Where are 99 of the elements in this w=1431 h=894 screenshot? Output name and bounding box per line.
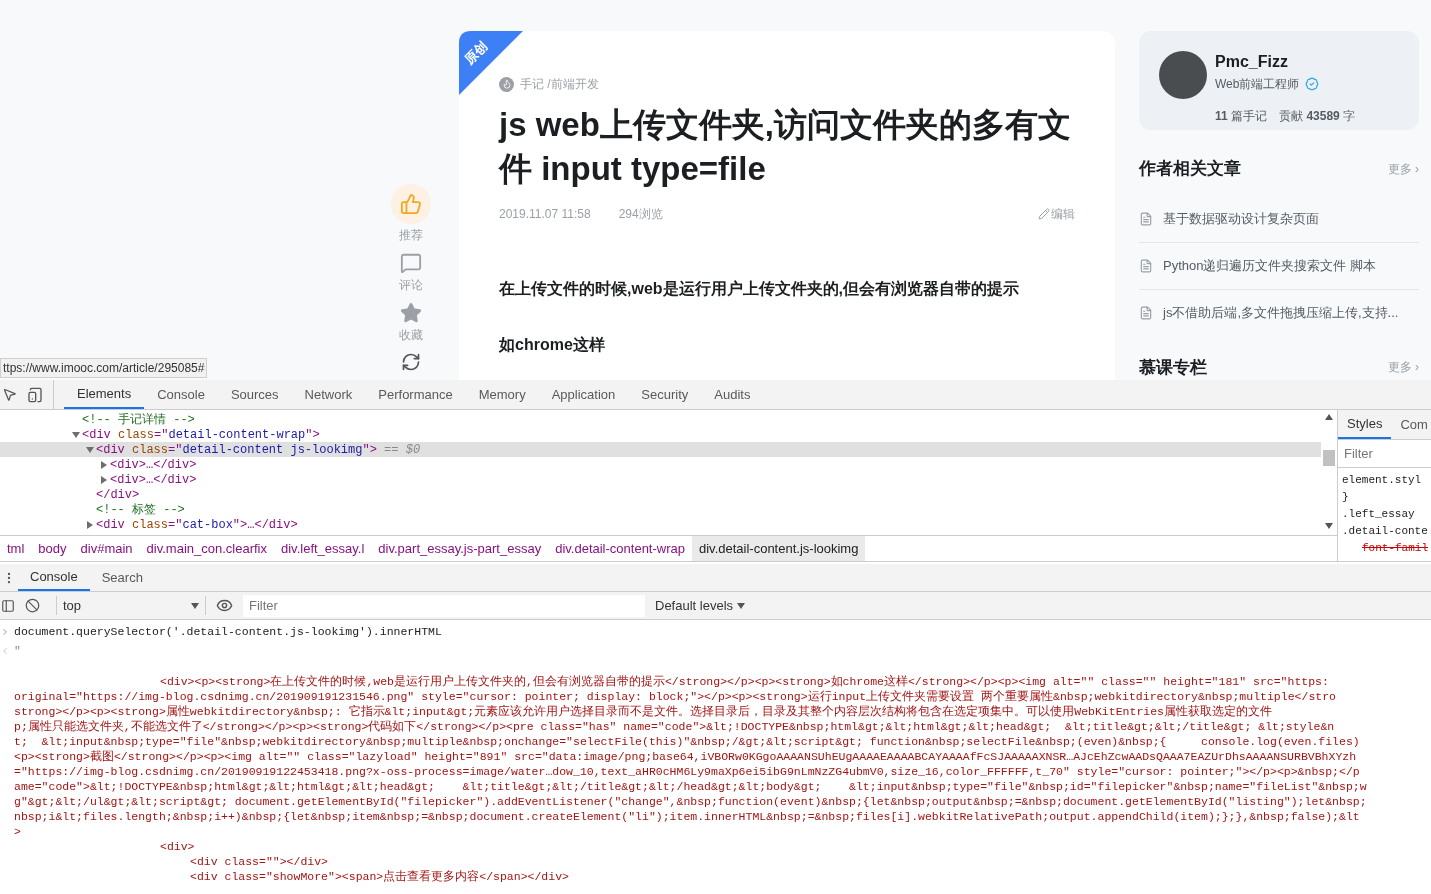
collapsed-icon[interactable] bbox=[100, 460, 108, 469]
devtools-tab[interactable]: Network bbox=[291, 380, 366, 409]
console-line: <div><p><strong>在上传文件的时候,web是运行用户上传文件夹的,但会有浏览器自带的提示</strong></p><p><strong>如chrome这样</strong></p><p><img alt="" class="" height="181" src="https: bbox=[160, 674, 1329, 689]
action-label: 收藏 bbox=[399, 327, 423, 344]
author-name[interactable]: Pmc_Fizz bbox=[1215, 51, 1356, 73]
console-line: <div> bbox=[160, 839, 195, 854]
scroll-down-icon[interactable] bbox=[1325, 523, 1333, 529]
expanded-icon[interactable] bbox=[72, 430, 80, 439]
action-label: 推荐 bbox=[399, 227, 423, 244]
dom-node[interactable]: <div>…</div> bbox=[0, 457, 1321, 472]
thumbs-up-icon bbox=[400, 193, 422, 215]
author-stat: 贡献 43589 字 bbox=[1279, 108, 1356, 125]
console-line: > bbox=[14, 824, 21, 839]
breadcrumb[interactable]: div.detail-content-wrap bbox=[548, 536, 692, 561]
styles-tab[interactable]: Com bbox=[1391, 410, 1431, 439]
console-line: ="https://img-blog.csdnimg.cn/20190919122453418.png?x-oss-process=image/water…dow_10,text_aHR0cHM6Ly9maXp6ei5ibG9nLmNzZG4ubmV0,size_16,color_FFFFFF,t_70" style="cursor: pointer;"></p><p>&nbsp;</p bbox=[14, 764, 1360, 779]
context-select[interactable]: top bbox=[56, 595, 206, 616]
scrollbar-thumb[interactable] bbox=[1323, 450, 1335, 466]
dropdown-caret-icon bbox=[737, 602, 746, 609]
console-line: t; &lt;input&nbsp;type="file"&nbsp;webkitdirectory&nbsp;multiple&nbsp;onchange="selectFile(this)"&nbsp;/&gt;&lt;script&gt; function&nbsp;selectFile&nbsp;(even)&nbsp;{ console.log(even.files) bbox=[14, 734, 1360, 749]
dom-node[interactable]: <div class="cat-box">…</div> bbox=[0, 517, 1321, 532]
eye-icon[interactable] bbox=[216, 597, 233, 614]
dom-node[interactable]: <div>…</div> bbox=[0, 472, 1321, 487]
style-rule: .left_essay bbox=[1341, 507, 1416, 522]
author-role: Web前端工程师 bbox=[1215, 76, 1300, 93]
related-article-link[interactable]: Python递归遍历文件夹搜索文件 脚本 bbox=[1163, 255, 1377, 276]
flame-icon bbox=[499, 76, 514, 92]
collapsed-icon[interactable] bbox=[86, 520, 94, 529]
console-line: " bbox=[14, 643, 21, 658]
result-icon bbox=[0, 646, 10, 656]
console-line: p;属性只能选文件夹,不能选文件了</strong></p><p><strong>代码如下</strong></p><pre class="has" name="code">&lt;!DOCTYPE&nbsp;html&gt;&lt;html&gt;&lt;head&gt; &lt;title&gt;&lt;/title&gt; &lt;style&n bbox=[14, 719, 1335, 734]
related-article-link[interactable]: 基于数据驱动设计复杂页面 bbox=[1163, 208, 1319, 229]
author-stat: 11 篇手记 bbox=[1215, 108, 1268, 125]
devtools-tab[interactable]: Application bbox=[538, 380, 629, 409]
breadcrumb[interactable]: body bbox=[31, 536, 74, 561]
devtools-tab[interactable]: Audits bbox=[701, 380, 764, 409]
breadcrumb[interactable]: tml bbox=[0, 536, 32, 561]
breadcrumb[interactable]: div.left_essay.l bbox=[274, 536, 372, 561]
article-paragraph: 如chrome这样 bbox=[499, 335, 606, 355]
devtools-tab[interactable]: Performance bbox=[365, 380, 466, 409]
console-line: ame="code">&lt;!DOCTYPE&nbsp;html&gt;&lt;html&gt;&lt;head&gt; &lt;title&gt;&lt;/title&gt;&lt;/head&gt;&lt;body&gt; &lt;input&nbsp;type="file"&nbsp;id="filepicker"&nbsp;name="fileList"&nbsp;w bbox=[14, 779, 1367, 794]
pencil-icon bbox=[1038, 208, 1050, 220]
console-line: strong></p><p><strong>属性webkitdirectory&nbsp;: 它指示&lt;input&gt;元素应该允许用户选择目录而不是文件。选择目录后，目录及其整个内容层次结构将包含在选定项集中。可以使用WebKitEntries属性获取选定的文件 bbox=[14, 704, 1272, 719]
document-icon bbox=[1139, 306, 1153, 320]
console-line: nbsp;i&lt;files.length;&nbsp;i++)&nbsp;{let&nbsp;item&nbsp;=&nbsp;document.createElement("li");item.innerHTML&nbsp;=&nbsp;files[i].webkitRelativePath;output.appendChild(item);};},&nbsp;false);&lt bbox=[14, 809, 1360, 824]
device-toolbar-icon[interactable] bbox=[27, 386, 43, 403]
related-article-link[interactable]: js不借助后端,多文件拖拽压缩上传,支持... bbox=[1163, 303, 1399, 323]
breadcrumb[interactable]: div.part_essay.js-part_essay bbox=[371, 536, 549, 561]
dom-node[interactable]: </div> bbox=[0, 487, 1321, 502]
prompt-icon bbox=[0, 627, 10, 637]
view-count: 294浏览 bbox=[618, 206, 663, 223]
dom-node[interactable]: <!-- 手记详情 --> bbox=[0, 412, 1321, 427]
document-icon bbox=[1139, 258, 1153, 273]
dom-node[interactable]: <!-- 标签 --> bbox=[0, 502, 1321, 517]
dom-node[interactable]: <div class="detail-content js-lookimg"> == $0 bbox=[0, 442, 1321, 457]
avatar[interactable] bbox=[1159, 51, 1207, 99]
status-url: ttps://www.imooc.com/article/295085# bbox=[0, 358, 208, 378]
breadcrumb[interactable]: div#main bbox=[73, 536, 140, 561]
section-title: 慕课专栏 bbox=[1139, 356, 1207, 379]
action-label: 评论 bbox=[399, 277, 423, 294]
article-title: js web上传文件夹,访问文件夹的多有文件 input type=file bbox=[499, 105, 1073, 189]
dom-node[interactable]: <div class="detail-content-wrap"> bbox=[0, 427, 1321, 442]
breadcrumb[interactable]: div.detail-content.js-lookimg bbox=[692, 536, 866, 561]
style-rule: font-famil bbox=[1361, 541, 1429, 556]
console-line: document.querySelector('.detail-content.js-lookimg').innerHTML bbox=[14, 624, 442, 639]
style-rule: .detail-conte bbox=[1341, 524, 1429, 539]
collapsed-icon[interactable] bbox=[100, 475, 108, 484]
console-line: <div class=""></div> bbox=[190, 854, 329, 869]
console-line: <p><strong>截图</strong></p><p><img alt="" class="lazyload" height="891" src="data:image/png;base64,iVBORw0KGgoAAAANSUhEUgAAAAEAAAABCAYAAAAfFcSJAAAAAXNSR…AJcEhZcwAADsQAAA7EAZUrDhsAAAANSURBVBhXYzh bbox=[14, 749, 1357, 764]
console-filter-field[interactable]: Filter bbox=[243, 594, 645, 617]
ribbon-label: 原创 bbox=[460, 37, 492, 69]
devtools-tab[interactable]: Sources bbox=[217, 380, 292, 409]
star-icon[interactable] bbox=[400, 302, 422, 324]
scroll-up-icon[interactable] bbox=[1325, 414, 1333, 420]
devtools-tab[interactable]: Console bbox=[144, 380, 218, 409]
inspect-icon[interactable] bbox=[2, 387, 17, 402]
console-line: g"&gt;&lt;/ul&gt;&lt;script&gt; document.getElementById("filepicker").addEventListener("change",&nbsp;function(event)&nbsp;{let&nbsp;output&nbsp;=&nbsp;document.getElementById("listing");let&nbsp; bbox=[14, 794, 1367, 809]
expanded-icon[interactable] bbox=[86, 445, 94, 454]
clear-console-icon[interactable] bbox=[25, 598, 40, 613]
devtools-tab[interactable]: Elements bbox=[64, 380, 145, 409]
sidebar-icon[interactable] bbox=[1, 598, 15, 613]
devtools-tab[interactable]: Memory bbox=[465, 380, 539, 409]
style-rule: element.styl bbox=[1341, 473, 1423, 488]
console-line: <div class="showMore"><span>点击查看更多内容</span></div> bbox=[190, 869, 569, 884]
devtools-tab[interactable]: Security bbox=[628, 380, 702, 409]
verified-icon bbox=[1305, 77, 1320, 91]
article-date: 2019.11.07 11:58 bbox=[499, 206, 591, 223]
section-title: 作者相关文章 bbox=[1139, 158, 1241, 180]
refresh-icon[interactable] bbox=[401, 352, 421, 372]
article-paragraph: 在上传文件的时候,web是运行用户上传文件夹的,但会有浏览器自带的提示 bbox=[499, 279, 1020, 299]
breadcrumb[interactable]: div.main_con.clearfix bbox=[139, 536, 274, 561]
dropdown-caret-icon bbox=[191, 602, 199, 609]
drawer-tab[interactable]: Search bbox=[89, 564, 155, 591]
style-rule: } bbox=[1341, 490, 1350, 505]
styles-filter-field[interactable]: Filter bbox=[1338, 440, 1431, 468]
styles-tab[interactable]: Styles bbox=[1338, 410, 1392, 439]
console-line: original="https://img-blog.csdnimg.cn/201909191231546.png" style="cursor: pointer; display: block;"></p><p><strong>运行input上传文件夹需要设置 两个重要属性&nbsp;webkitdirectory&nbsp;multiple</stro bbox=[14, 689, 1336, 704]
document-icon bbox=[1139, 211, 1153, 226]
log-levels-dropdown[interactable]: Default levels bbox=[655, 595, 746, 616]
